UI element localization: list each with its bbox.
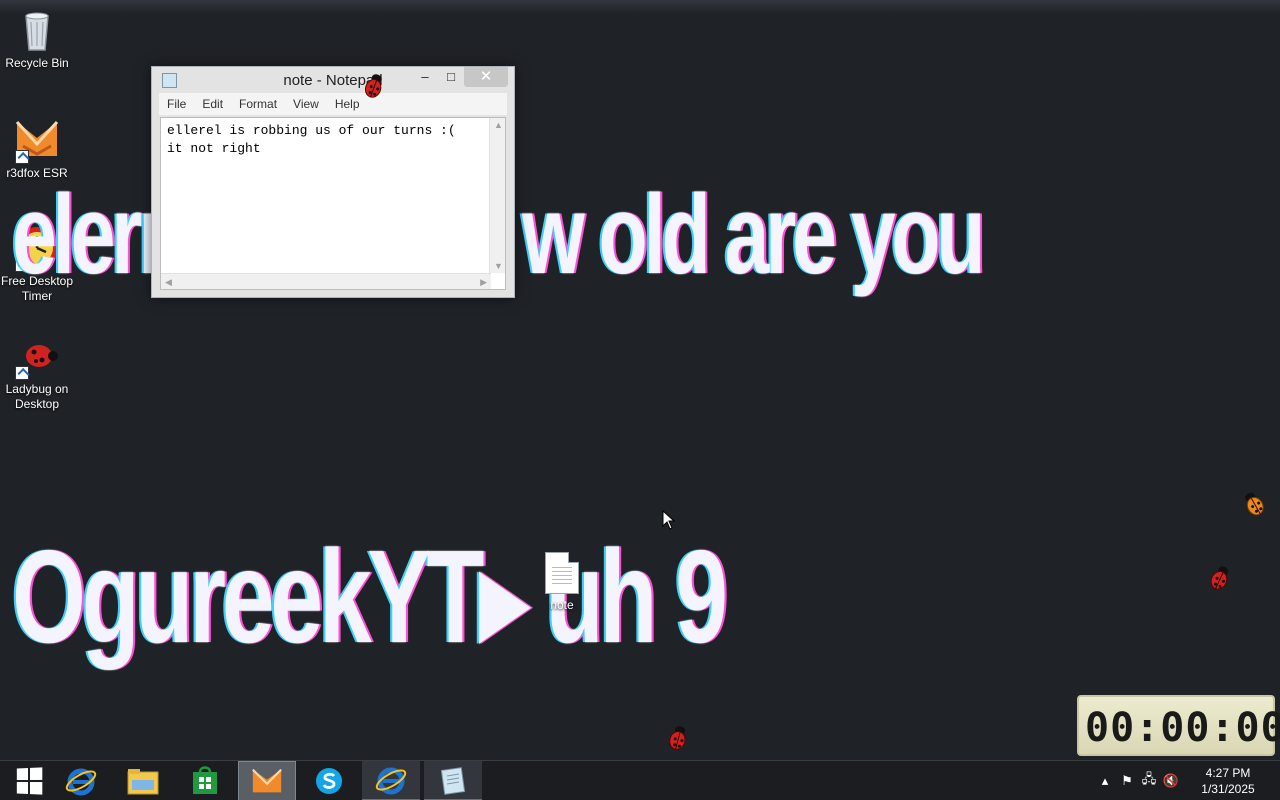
taskbar: ▴ ⚑ 🖧 🔇 4:27 PM 1/31/2025 [0, 760, 1280, 800]
ladybug-icon [13, 332, 61, 380]
shortcut-arrow-icon [15, 366, 29, 380]
menu-help[interactable]: Help [327, 97, 368, 111]
text-file-icon[interactable] [545, 552, 579, 594]
system-tray: ▴ ⚑ 🖧 🔇 4:27 PM 1/31/2025 [1094, 761, 1280, 800]
r3dfox-icon [13, 116, 61, 164]
taskbar-r3dfox[interactable] [238, 761, 296, 800]
file-explorer-icon [127, 769, 159, 795]
notepad-content[interactable]: ellerel is robbing us of our turns :( it… [167, 122, 456, 158]
taskbar-notepad[interactable] [424, 761, 482, 800]
internet-explorer-icon [65, 768, 97, 796]
menu-edit[interactable]: Edit [194, 97, 231, 111]
desktop-top-strip [0, 0, 1280, 14]
windows-store-icon [193, 766, 217, 794]
minimize-button[interactable]: – [412, 67, 438, 87]
taskbar-internet-explorer[interactable] [52, 761, 110, 800]
action-center-flag-icon[interactable]: ⚑ [1116, 773, 1138, 789]
maximize-button[interactable]: □ [438, 67, 464, 87]
taskbar-clock[interactable]: 4:27 PM 1/31/2025 [1188, 765, 1268, 797]
timer-display: 00:00:00 [1085, 705, 1280, 751]
internet-explorer-icon [375, 767, 407, 795]
close-button[interactable]: ✕ [464, 67, 508, 87]
desktop-timer-widget[interactable]: 00:00:00 [1077, 695, 1280, 756]
taskbar-internet-explorer-running[interactable] [362, 761, 420, 800]
ladybug-sprite[interactable] [1206, 563, 1234, 593]
volume-muted-icon[interactable]: 🔇 [1160, 773, 1182, 789]
scroll-down-arrow-icon[interactable]: ▼ [494, 261, 503, 271]
start-button[interactable] [0, 761, 58, 800]
overlay-text-line1-right: w old are you [522, 172, 985, 297]
desktop-icon-note-label: note [550, 598, 574, 612]
horizontal-scrollbar[interactable]: ◀ ▶ [161, 273, 491, 289]
desktop-icon-label: Ladybug on Desktop [5, 382, 69, 411]
scroll-left-arrow-icon[interactable]: ◀ [165, 277, 172, 288]
taskbar-file-explorer[interactable] [114, 761, 172, 800]
notepad-menubar: File Edit Format View Help [159, 93, 507, 115]
scroll-up-arrow-icon[interactable]: ▲ [494, 120, 503, 130]
desktop-icon-recycle-bin[interactable]: Recycle Bin [0, 6, 74, 71]
notepad-text-area[interactable]: ellerel is robbing us of our turns :( it… [160, 117, 506, 290]
scroll-right-arrow-icon[interactable]: ▶ [480, 277, 487, 288]
taskbar-skype[interactable] [300, 761, 358, 800]
menu-file[interactable]: File [159, 97, 194, 111]
show-hidden-icons-chevron[interactable]: ▴ [1094, 773, 1116, 789]
menu-format[interactable]: Format [231, 97, 285, 111]
start-windows-icon [16, 767, 43, 795]
ladybug-sprite[interactable] [1239, 489, 1268, 520]
menu-view[interactable]: View [285, 97, 327, 111]
vertical-scrollbar[interactable]: ▲ ▼ [489, 118, 505, 273]
desktop-icon-ladybug[interactable]: Ladybug on Desktop [0, 332, 74, 412]
recycle-bin-icon [13, 6, 61, 54]
taskbar-windows-store[interactable] [176, 761, 234, 800]
clock-date: 1/31/2025 [1201, 782, 1255, 796]
r3dfox-icon [252, 768, 282, 793]
mouse-cursor-icon [662, 510, 676, 530]
skype-icon [316, 768, 342, 794]
ladybug-sprite[interactable] [665, 724, 691, 752]
notepad-titlebar[interactable]: note - Notepad – □ ✕ [152, 67, 514, 93]
notepad-window[interactable]: note - Notepad – □ ✕ File Edit Format Vi… [151, 66, 515, 298]
network-icon[interactable]: 🖧 [1138, 770, 1160, 792]
overlay-text-line2: OgureekYT▸ uh 9 [12, 523, 728, 670]
clock-time: 4:27 PM [1205, 766, 1251, 780]
shortcut-arrow-icon [15, 150, 29, 164]
notepad-icon [440, 767, 466, 795]
desktop-icon-label: Recycle Bin [5, 56, 69, 70]
